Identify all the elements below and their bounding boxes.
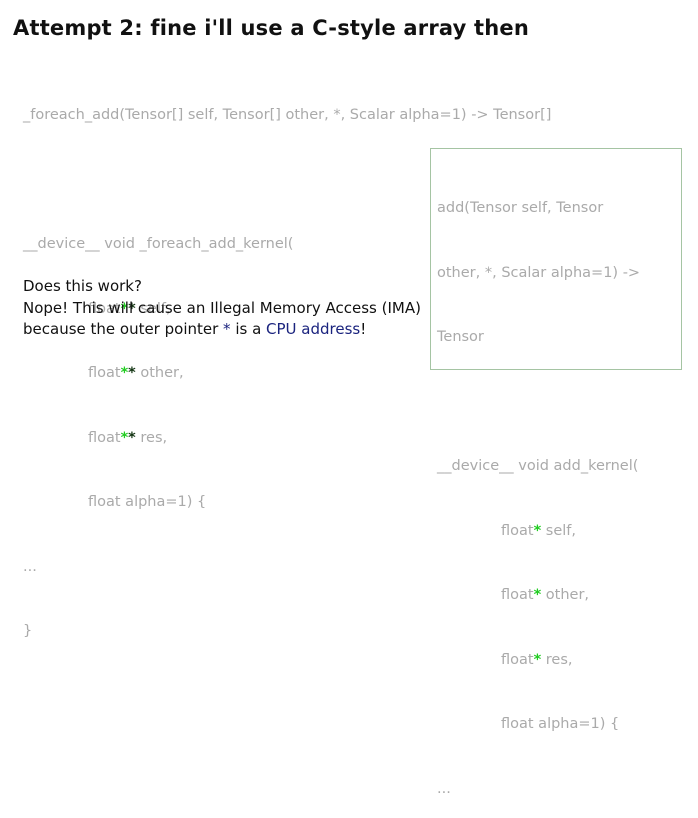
pointer-star-inner: * (120, 429, 129, 446)
side-param-other: float* other, (501, 587, 590, 603)
side-param-res: float* res, (501, 651, 573, 668)
pointer-star: * (533, 522, 542, 539)
reason-line: because the outer pointer * is a CPU add… (23, 320, 367, 338)
side-code-ellipsis: ... (437, 780, 451, 797)
add-signature-line-2: other, *, Scalar alpha=1) -> (437, 264, 641, 281)
add-signature-line-3: Tensor (437, 329, 484, 345)
explanation-text: Does this work? Nope! This will cause an… (23, 276, 421, 341)
pointer-star: * (533, 651, 542, 668)
answer-line: Nope! This will cause an Illegal Memory … (23, 298, 421, 317)
side-param-self: float* self, (501, 522, 576, 539)
pointer-star-outer: * (128, 429, 136, 446)
pointer-star: * (533, 587, 542, 603)
side-param-alpha: float alpha=1) { (501, 716, 620, 732)
add-kernel-declaration: __device__ void add_kernel( (437, 458, 639, 474)
question-line: Does this work? (23, 277, 142, 295)
cpu-address-text: CPU address (266, 320, 361, 338)
side-code-block: add(Tensor self, Tensor other, *, Scalar… (437, 155, 640, 818)
outer-pointer-star: * (223, 320, 231, 338)
pointer-star-outer: * (128, 365, 136, 381)
single-tensor-kernel-box: add(Tensor self, Tensor other, *, Scalar… (430, 148, 682, 797)
slide-title: Attempt 2: fine i'll use a C-style array… (13, 16, 529, 40)
add-signature-line-1: add(Tensor self, Tensor (437, 200, 604, 216)
foreach-signature: _foreach_add(Tensor[] self, Tensor[] oth… (23, 107, 552, 123)
